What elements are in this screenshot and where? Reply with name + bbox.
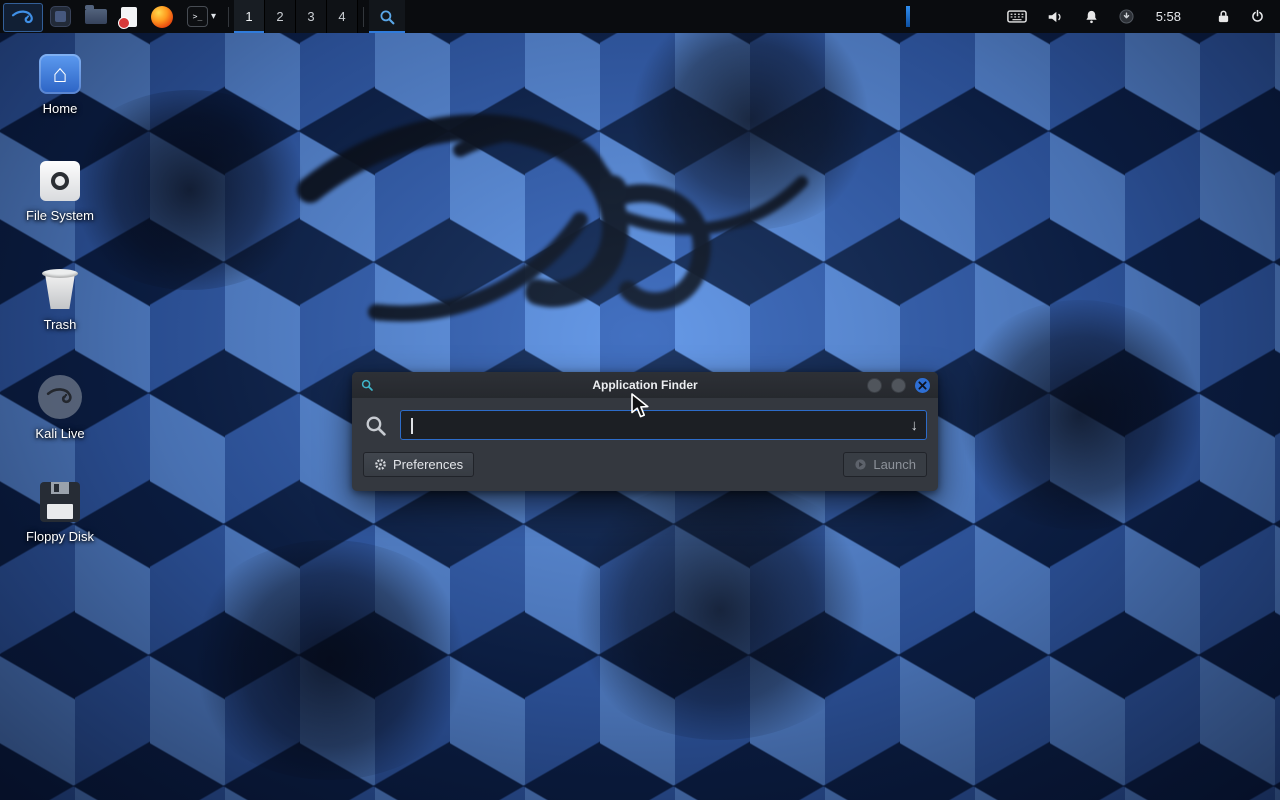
kali-live-icon xyxy=(38,375,82,419)
keyboard-layout-button[interactable] xyxy=(1000,0,1034,33)
power-button[interactable] xyxy=(1243,0,1272,33)
workspace-button-2[interactable]: 2 xyxy=(265,0,296,33)
desktop-icon-label: Kali Live xyxy=(35,426,84,441)
search-icon xyxy=(363,413,388,438)
folder-icon xyxy=(85,9,107,24)
desktop-icon-home[interactable]: ⌂ Home xyxy=(15,54,105,116)
desktop-icon-trash[interactable]: Trash xyxy=(15,268,105,332)
desktop-icon-kali-live[interactable]: Kali Live xyxy=(15,375,105,441)
updates-icon xyxy=(1119,9,1134,24)
workspace-button-3[interactable]: 3 xyxy=(296,0,327,33)
preferences-label: Preferences xyxy=(393,457,463,472)
home-icon: ⌂ xyxy=(39,54,81,94)
document-icon xyxy=(121,7,137,27)
dropdown-arrow-icon[interactable]: ↓ xyxy=(911,418,919,433)
chevron-down-icon: ▾ xyxy=(211,11,216,22)
terminal-icon: >_ xyxy=(187,6,208,27)
desktop[interactable]: ⌂ Home File System Trash Kali Live Flopp… xyxy=(0,0,1280,800)
volume-icon xyxy=(1047,10,1064,24)
launcher-window[interactable] xyxy=(43,0,78,33)
window-title: Application Finder xyxy=(352,378,938,392)
kali-logo-icon xyxy=(11,8,35,28)
app-finder-icon xyxy=(360,378,374,392)
hard-drive-icon xyxy=(40,161,80,201)
workspace-switcher: 1 2 3 4 xyxy=(234,0,358,33)
app-finder-window: Application Finder ↓ xyxy=(352,372,938,491)
workspace-button-4[interactable]: 4 xyxy=(327,0,358,33)
close-icon xyxy=(918,381,927,390)
search-field[interactable]: ↓ xyxy=(400,410,927,440)
workspace-button-1[interactable]: 1 xyxy=(234,0,265,33)
desktop-icon-label: File System xyxy=(26,208,94,223)
trash-icon xyxy=(40,268,80,310)
notifications-button[interactable] xyxy=(1077,0,1106,33)
updates-status-button[interactable] xyxy=(1112,0,1141,33)
launch-icon xyxy=(854,458,867,471)
house-icon: ⌂ xyxy=(52,60,67,89)
cpu-graph[interactable] xyxy=(906,6,910,27)
power-icon xyxy=(1250,9,1265,24)
titlebar[interactable]: Application Finder xyxy=(352,372,938,398)
bell-icon xyxy=(1084,9,1099,24)
desktop-icon-label: Home xyxy=(43,101,78,116)
taskbar-app-finder[interactable] xyxy=(369,0,405,33)
kali-menu-button[interactable] xyxy=(3,3,43,32)
panel-separator xyxy=(363,7,364,27)
launcher-text-editor[interactable] xyxy=(114,0,144,33)
clock[interactable]: 5:58 xyxy=(1147,0,1190,33)
gear-icon xyxy=(374,458,387,471)
desktop-icon-file-system[interactable]: File System xyxy=(15,161,105,223)
launcher-file-manager[interactable] xyxy=(78,0,114,33)
firefox-icon xyxy=(151,6,173,28)
top-panel: >_ ▾ 1 2 3 4 xyxy=(0,0,1280,33)
launch-label: Launch xyxy=(873,457,916,472)
text-caret xyxy=(411,418,413,434)
window-body: ↓ Preferences Launch xyxy=(352,398,938,491)
panel-separator xyxy=(228,7,229,27)
floppy-disk-icon xyxy=(40,482,80,522)
minimize-button[interactable] xyxy=(867,378,882,393)
magnifier-icon xyxy=(378,8,396,26)
screen-lock-button[interactable] xyxy=(1210,0,1237,33)
launcher-firefox[interactable] xyxy=(144,0,180,33)
maximize-button[interactable] xyxy=(891,378,906,393)
launcher-terminal[interactable]: >_ ▾ xyxy=(180,0,223,33)
lock-icon xyxy=(1217,9,1230,24)
desktop-icon-label: Floppy Disk xyxy=(26,529,94,544)
desktop-icon-floppy-disk[interactable]: Floppy Disk xyxy=(15,482,105,544)
preferences-button[interactable]: Preferences xyxy=(363,452,474,477)
volume-button[interactable] xyxy=(1040,0,1071,33)
keyboard-icon xyxy=(1007,10,1027,23)
search-input[interactable] xyxy=(409,418,911,433)
desktop-icon-label: Trash xyxy=(44,317,77,332)
launch-button[interactable]: Launch xyxy=(843,452,927,477)
window-icon xyxy=(50,6,71,27)
close-button[interactable] xyxy=(915,378,930,393)
